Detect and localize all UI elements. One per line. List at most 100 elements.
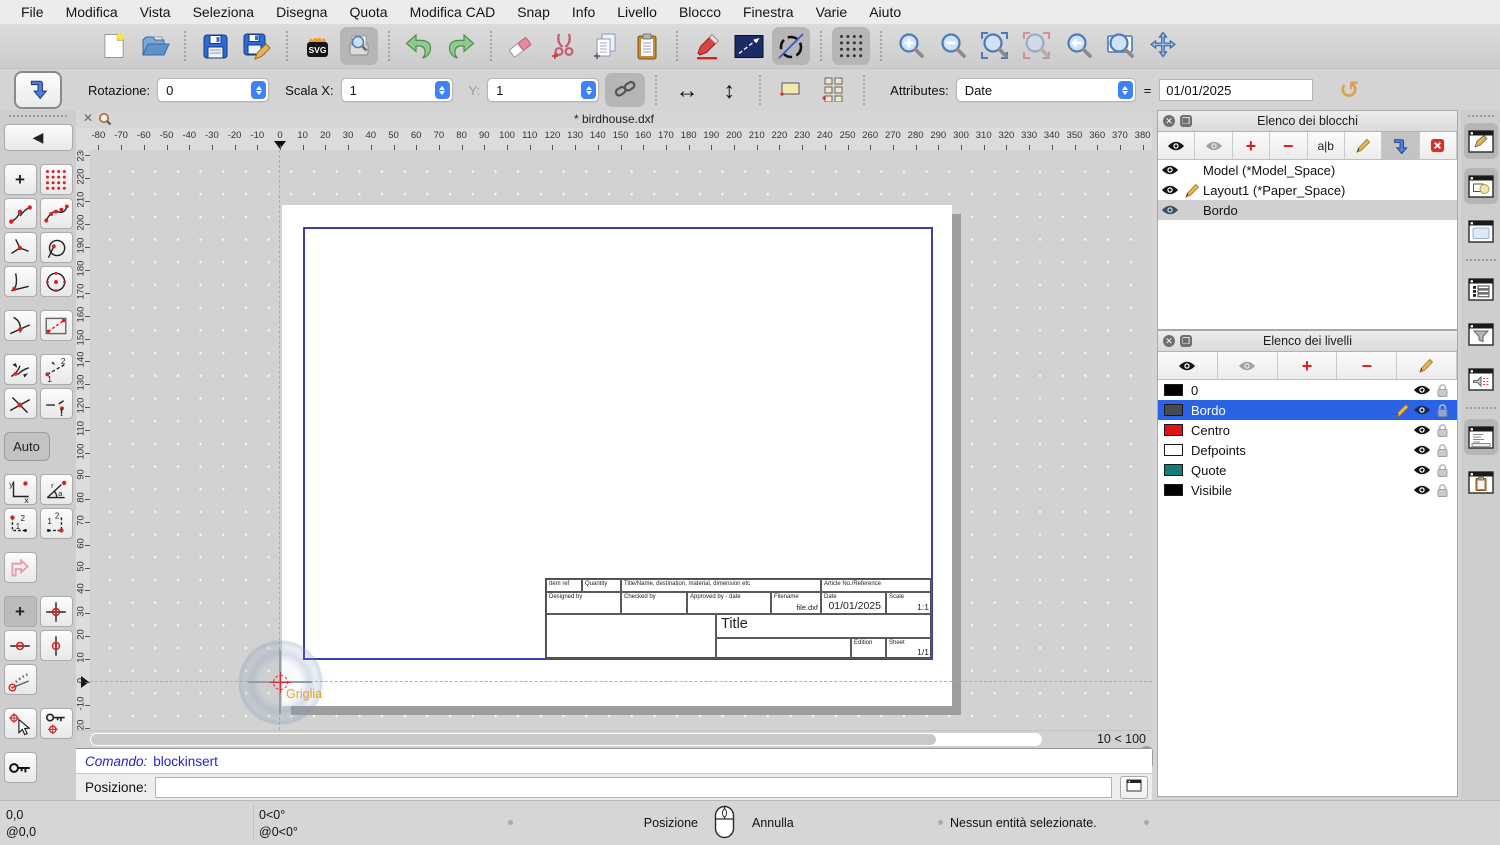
- remove-block[interactable]: −: [1270, 132, 1307, 159]
- visibility-eye-icon[interactable]: [1158, 164, 1182, 176]
- scale-y-stepper[interactable]: 1: [487, 78, 599, 102]
- restrict-horizontal[interactable]: [4, 630, 37, 661]
- print-preview-button[interactable]: [340, 27, 378, 65]
- snap-intersection-manual[interactable]: !: [40, 388, 73, 419]
- snap-grid[interactable]: [40, 164, 73, 195]
- toggle-block-list[interactable]: [1464, 123, 1498, 159]
- coordinate-polar[interactable]: ra: [40, 474, 73, 505]
- rename-block[interactable]: a|b: [1308, 132, 1345, 159]
- snap-intersection-auto[interactable]: [4, 232, 37, 263]
- toggle-command-history[interactable]: [1464, 419, 1498, 455]
- layer-row-defpoints[interactable]: Defpoints: [1158, 440, 1457, 460]
- attribute-value-input[interactable]: [1159, 79, 1313, 101]
- snap-auto-button[interactable]: Auto: [4, 432, 50, 461]
- visibility-eye-icon[interactable]: [1412, 444, 1432, 456]
- scale-x-stepper[interactable]: 1: [341, 78, 453, 102]
- zoom-selection-button[interactable]: [1018, 27, 1056, 65]
- layer-row-0[interactable]: 0: [1158, 380, 1457, 400]
- snap-free[interactable]: +: [4, 164, 37, 195]
- zoom-out-button[interactable]: [934, 27, 972, 65]
- block-row-model-model-space-[interactable]: Model (*Model_Space): [1158, 160, 1457, 180]
- command-history-row[interactable]: Comando: blockinsert: [76, 748, 1152, 773]
- lock-icon[interactable]: [1432, 483, 1452, 498]
- cut-button[interactable]: [544, 27, 582, 65]
- single-insert-button[interactable]: [771, 73, 811, 107]
- lock-icon[interactable]: [1432, 383, 1452, 398]
- remove-layer[interactable]: −: [1337, 352, 1397, 379]
- snap-middle[interactable]: [4, 354, 37, 385]
- block-row-bordo[interactable]: Bordo: [1158, 200, 1457, 220]
- snap-intersection[interactable]: [4, 388, 37, 419]
- add-block[interactable]: +: [1233, 132, 1270, 159]
- hide-all-layers[interactable]: [1218, 352, 1278, 379]
- snap-reference[interactable]: [40, 310, 73, 341]
- menu-modifica-cad[interactable]: Modifica CAD: [399, 0, 507, 24]
- coordinate-absolute[interactable]: 12: [40, 508, 73, 539]
- flip-horizontal-button[interactable]: ↔: [667, 73, 707, 107]
- flip-vertical-button[interactable]: ↕: [709, 73, 749, 107]
- purge-block[interactable]: [1420, 132, 1457, 159]
- paste-button[interactable]: [628, 27, 666, 65]
- add-layer[interactable]: +: [1278, 352, 1338, 379]
- set-relative-zero[interactable]: [4, 708, 37, 739]
- save-button[interactable]: [196, 27, 234, 65]
- zoom-auto-button[interactable]: [976, 27, 1014, 65]
- snap-on-entity[interactable]: [40, 232, 73, 263]
- toggle-clipboard[interactable]: [1464, 464, 1498, 500]
- visibility-eye-icon[interactable]: [1158, 204, 1182, 216]
- layer-row-visibile[interactable]: Visibile: [1158, 480, 1457, 500]
- lock-icon[interactable]: [1432, 423, 1452, 438]
- attribute-select[interactable]: Date: [956, 78, 1136, 102]
- toggle-command-window-button[interactable]: [1120, 776, 1148, 799]
- save-as-button[interactable]: [238, 27, 276, 65]
- detach-panel-icon[interactable]: ❐: [1180, 115, 1192, 127]
- layer-row-quote[interactable]: Quote: [1158, 460, 1457, 480]
- detach-panel-icon[interactable]: ❐: [1180, 335, 1192, 347]
- menu-info[interactable]: Info: [561, 0, 606, 24]
- visibility-eye-icon[interactable]: [1412, 464, 1432, 476]
- snap-tangent[interactable]: [4, 310, 37, 341]
- delete-button[interactable]: [502, 27, 540, 65]
- snap-endpoints[interactable]: [4, 198, 37, 229]
- draw-red-pencil-button[interactable]: [688, 27, 726, 65]
- svg-export-button[interactable]: SVG: [298, 27, 336, 65]
- visibility-eye-icon[interactable]: [1158, 184, 1182, 196]
- visibility-eye-icon[interactable]: [1412, 484, 1432, 496]
- coordinate-cartesian[interactable]: yx: [4, 474, 37, 505]
- menu-finestra[interactable]: Finestra: [732, 0, 805, 24]
- insert-block-active-tool-button[interactable]: [14, 71, 62, 109]
- layer-row-bordo[interactable]: Bordo: [1158, 400, 1457, 420]
- toggle-tool-options[interactable]: [1464, 361, 1498, 397]
- close-panel-icon[interactable]: ✕: [1163, 115, 1175, 127]
- block-row-layout1-paper-space-[interactable]: Layout1 (*Paper_Space): [1158, 180, 1457, 200]
- menu-varie[interactable]: Varie: [805, 0, 859, 24]
- relative-zero-key[interactable]: [4, 752, 37, 783]
- lock-icon[interactable]: [1432, 403, 1452, 418]
- show-all-layers[interactable]: [1158, 352, 1218, 379]
- visibility-eye-icon[interactable]: [1412, 424, 1432, 436]
- restrict-off[interactable]: +: [4, 596, 37, 627]
- reset-values-icon[interactable]: ↺: [1339, 76, 1359, 104]
- menu-disegna[interactable]: Disegna: [265, 0, 338, 24]
- copy-button[interactable]: [586, 27, 624, 65]
- snap-center[interactable]: [40, 266, 73, 297]
- redo-button[interactable]: [442, 27, 480, 65]
- visibility-eye-icon[interactable]: [1412, 404, 1432, 416]
- drawing-canvas[interactable]: Item ref Quantity Title/Name, destinatio…: [90, 150, 1152, 730]
- menu-vista[interactable]: Vista: [129, 0, 182, 24]
- restrict-orthogonal[interactable]: [4, 552, 37, 583]
- snap-angle[interactable]: [4, 664, 37, 695]
- back-button[interactable]: ◀: [4, 124, 73, 151]
- toggle-preview[interactable]: [1464, 213, 1498, 249]
- grid-toggle-button[interactable]: [832, 27, 870, 65]
- lock-icon[interactable]: [1432, 443, 1452, 458]
- menu-modifica[interactable]: Modifica: [55, 0, 129, 24]
- menu-livello[interactable]: Livello: [606, 0, 668, 24]
- menu-aiuto[interactable]: Aiuto: [858, 0, 912, 24]
- close-panel-icon[interactable]: ✕: [1163, 335, 1175, 347]
- menu-snap[interactable]: Snap: [506, 0, 561, 24]
- pan-button[interactable]: [1144, 27, 1182, 65]
- new-file-button[interactable]: [94, 27, 132, 65]
- line-tool-button[interactable]: [730, 27, 768, 65]
- restrict-both[interactable]: [40, 596, 73, 627]
